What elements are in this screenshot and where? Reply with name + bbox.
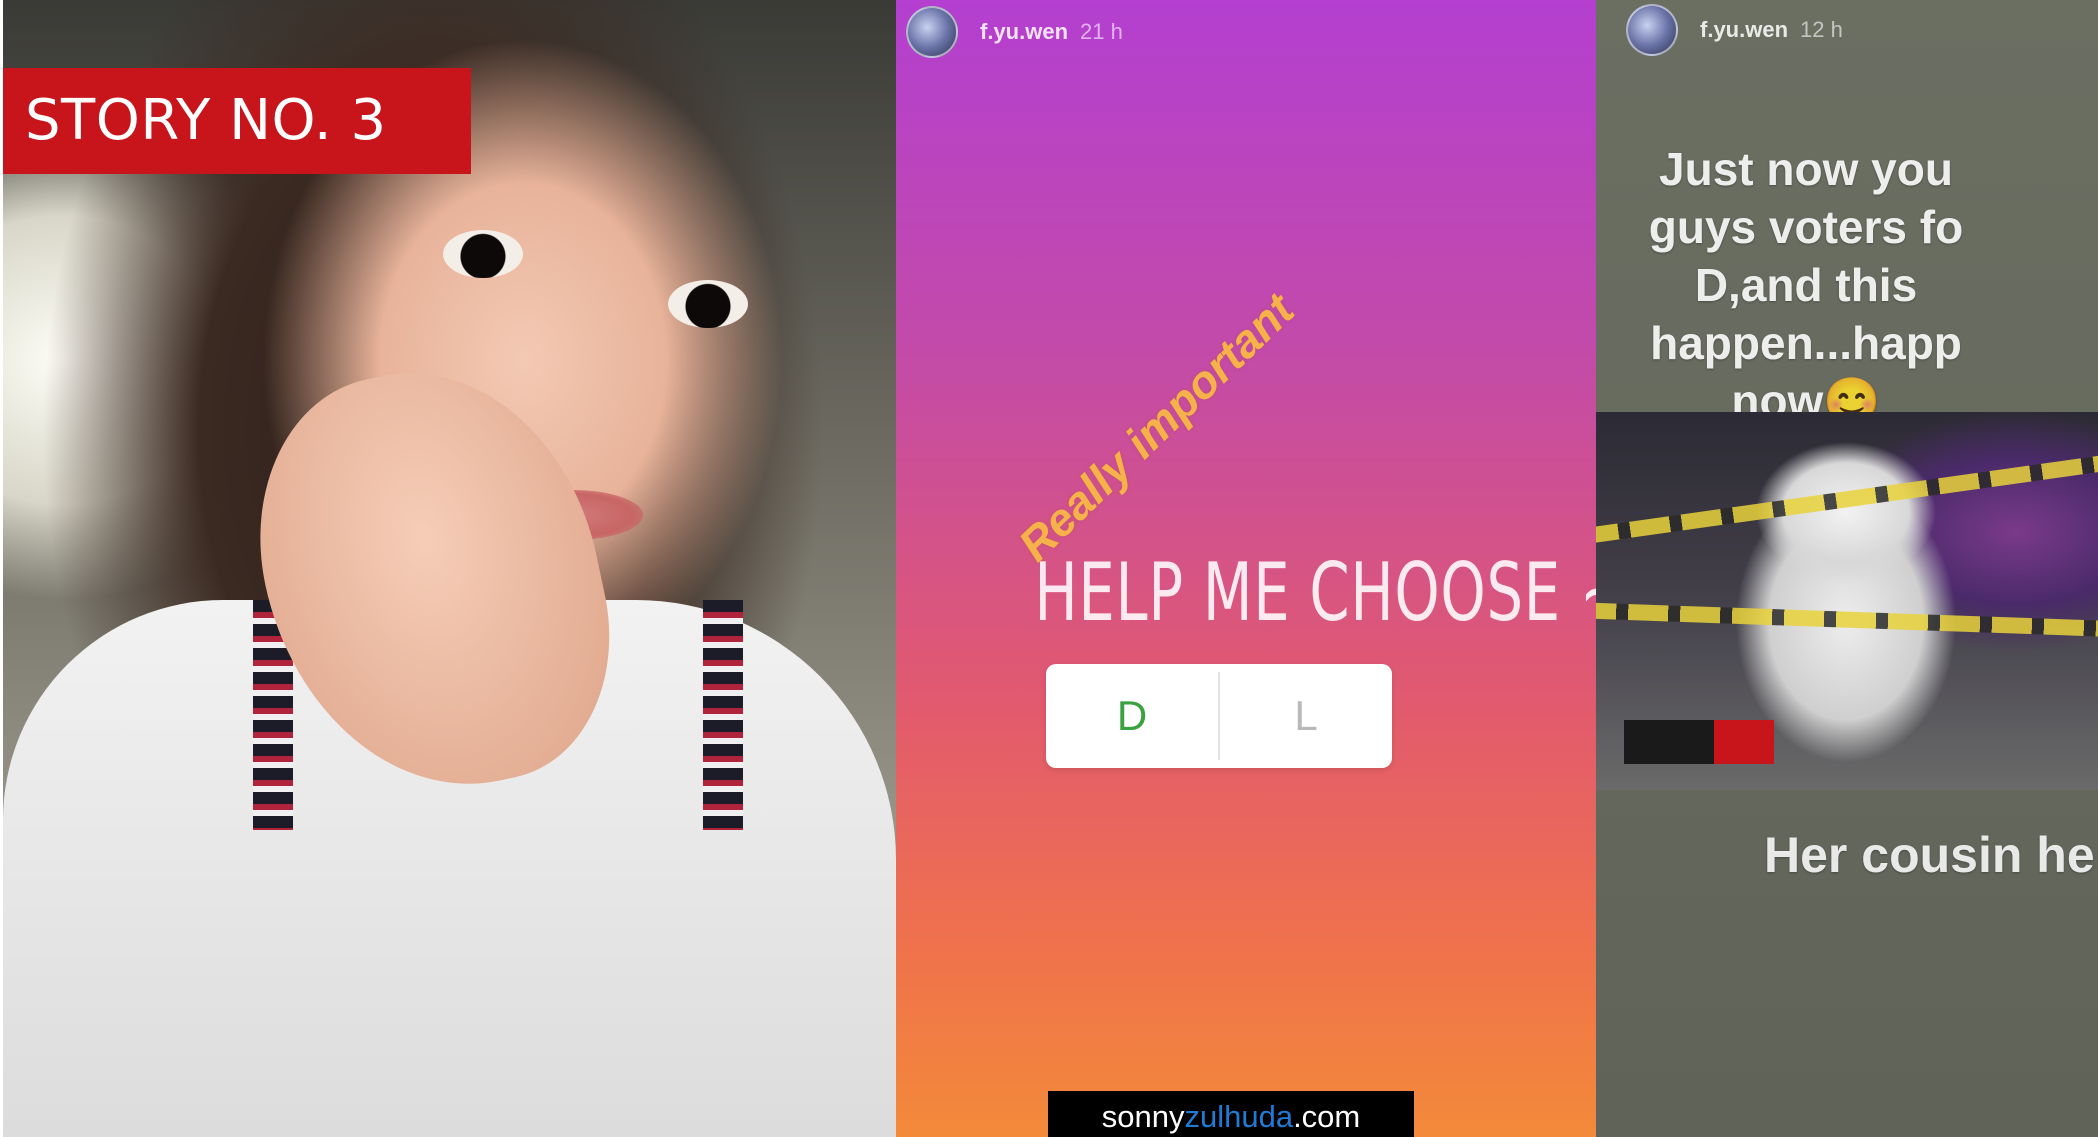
story-number-label: STORY NO. 3: [3, 68, 471, 174]
story-header: f.yu.wen 21 h: [906, 6, 1123, 58]
caption-bottom: Her cousin he: [1764, 827, 2095, 883]
avatar[interactable]: [906, 6, 958, 58]
poll-option-l[interactable]: L: [1220, 664, 1392, 768]
story-header: f.yu.wen 12 h: [1626, 4, 1843, 56]
watermark: sonny zulhuda .com: [1048, 1091, 1414, 1137]
username[interactable]: f.yu.wen: [1700, 17, 1788, 43]
avatar[interactable]: [1626, 4, 1678, 56]
poll-question: HELP ME CHOOSE ~: [1034, 546, 1596, 639]
right-eye: [668, 280, 748, 328]
watermark-part-3: .com: [1293, 1099, 1361, 1134]
news-photo: [1596, 412, 2098, 790]
watermark-part-1: sonny: [1101, 1099, 1185, 1134]
watermark-part-2: zulhuda: [1184, 1099, 1294, 1134]
timestamp: 12 h: [1800, 17, 1843, 42]
news-channel-logo: [1624, 720, 1774, 764]
left-eye: [443, 230, 523, 278]
story-news-panel: f.yu.wen 12 h Just now you guys voters f…: [1596, 0, 2098, 1137]
username[interactable]: f.yu.wen: [980, 19, 1068, 45]
timestamp: 21 h: [1080, 19, 1123, 44]
caption-top: Just now you guys voters fo D,and this h…: [1648, 143, 1964, 427]
poll-sticker: D L: [1046, 664, 1392, 768]
collar-stripe-right: [703, 600, 743, 830]
police-tape: [1596, 602, 2098, 638]
police-tape: [1596, 451, 2098, 545]
poll-option-d[interactable]: D: [1046, 664, 1218, 768]
story-poll-panel: f.yu.wen 21 h Really important HELP ME C…: [896, 0, 1596, 1137]
selfie-photo: STORY NO. 3: [3, 0, 896, 1137]
